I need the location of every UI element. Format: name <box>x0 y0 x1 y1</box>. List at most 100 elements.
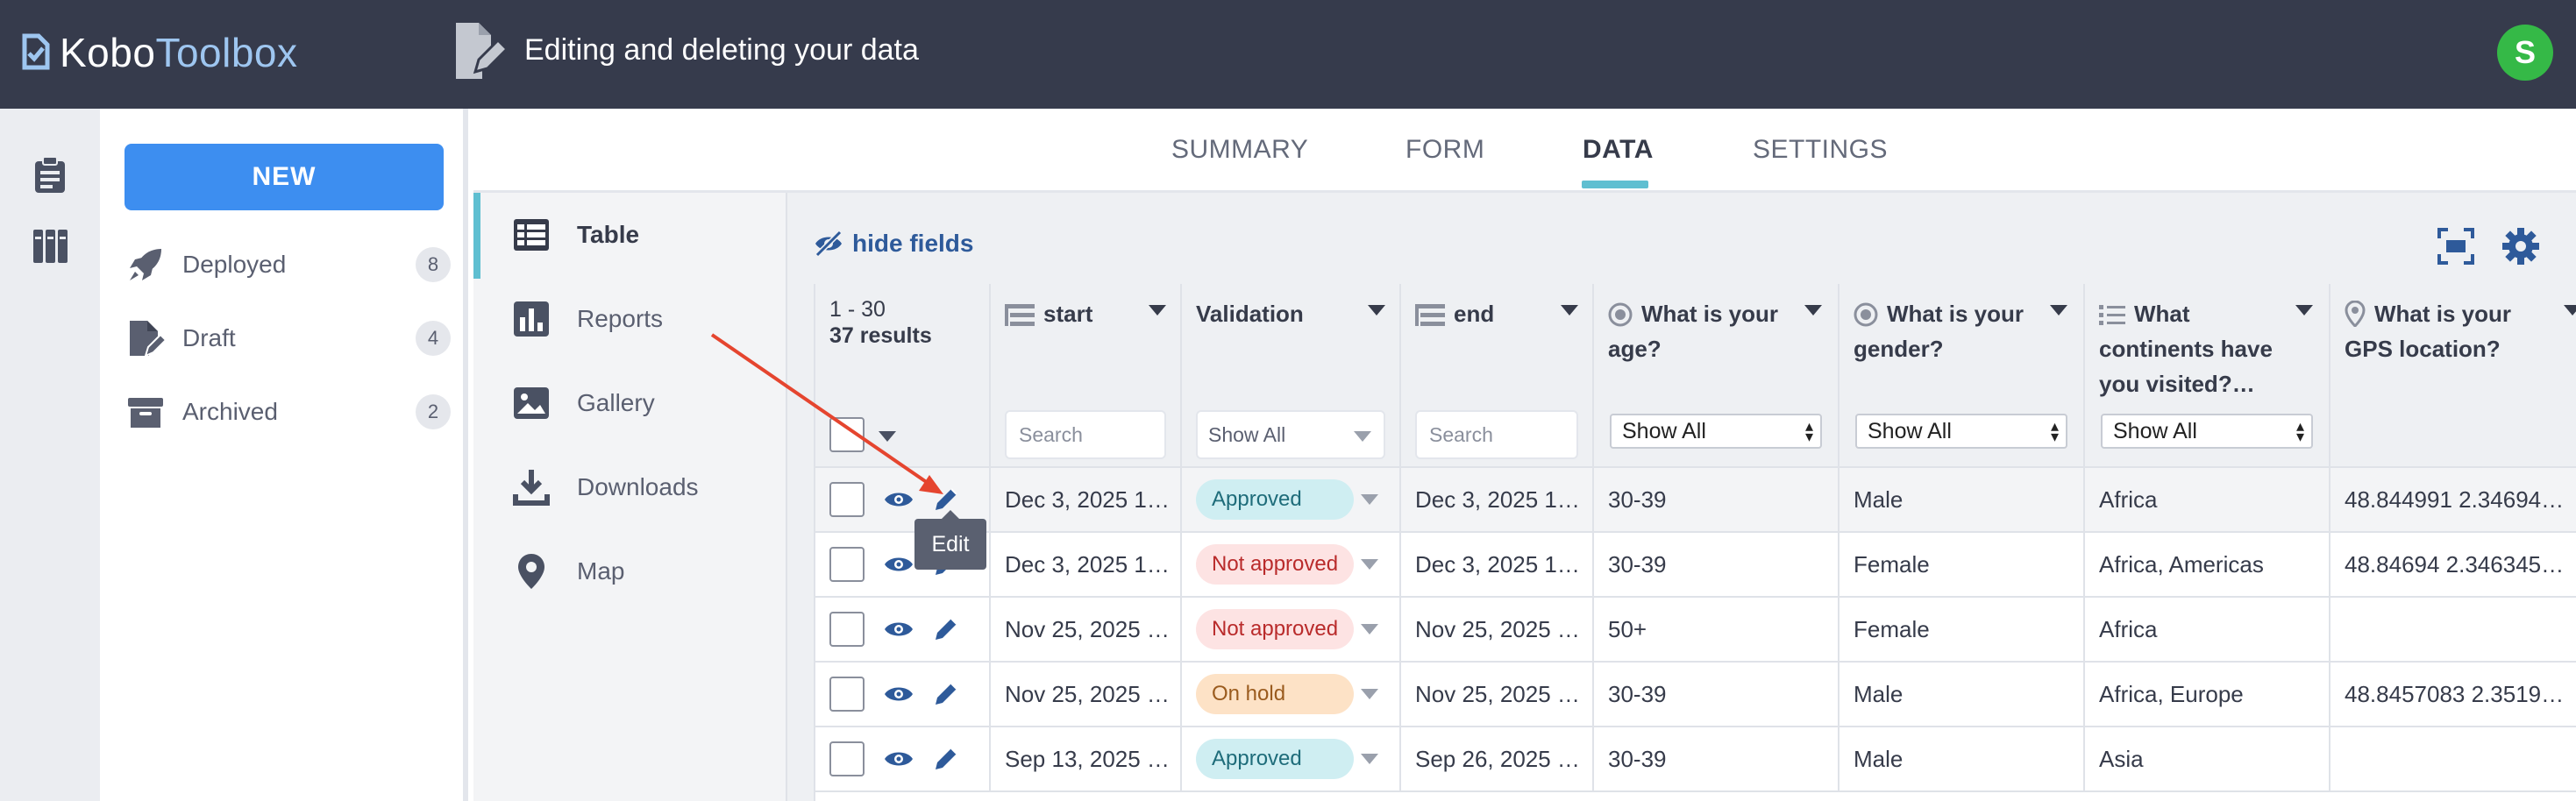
validation-chevron-down-icon[interactable] <box>1361 624 1378 634</box>
validation-status-badge[interactable]: Not approved <box>1196 544 1354 585</box>
view-eye-icon[interactable] <box>884 555 914 574</box>
validation-status-badge[interactable]: Not approved <box>1196 609 1354 649</box>
age-filter-select[interactable]: Show All ▴ ▾ <box>1610 414 1822 449</box>
filter-value: Show All <box>1868 418 1952 443</box>
cell-start: Sep 13, 2025 … <box>991 727 1182 790</box>
cell-gps: 48.844991 2.34694… <box>2330 468 2576 531</box>
new-project-button[interactable]: NEW <box>125 144 444 210</box>
column-header-gender[interactable]: What is your gender? Show All ▴ ▾ <box>1839 284 2085 468</box>
table-row[interactable]: Nov 25, 2025 … On hold Nov 25, 2025 … 30-39… <box>815 663 2576 727</box>
column-header-continents[interactable]: What continents have you visited?… Show Al… <box>2085 284 2330 468</box>
bulk-actions-chevron-down-icon[interactable] <box>879 431 896 442</box>
continents-filter-select[interactable]: Show All ▴ ▾ <box>2101 414 2313 449</box>
start-search-input[interactable]: Search <box>1005 410 1166 459</box>
column-label: What <box>2134 301 2190 327</box>
edit-pencil-icon[interactable] <box>933 616 959 642</box>
validation-status-badge[interactable]: Approved <box>1196 739 1354 779</box>
validation-chevron-down-icon[interactable] <box>1361 754 1378 764</box>
validation-chevron-down-icon[interactable] <box>1361 559 1378 570</box>
table-row[interactable]: Dec 3, 2025 1… Not approved Dec 3, 2025 1…… <box>815 533 2576 598</box>
cell-validation[interactable]: Not approved <box>1182 598 1401 661</box>
sidebar-item-draft[interactable]: Draft 4 <box>126 312 451 365</box>
cell-validation[interactable]: On hold <box>1182 663 1401 726</box>
validation-status-badge[interactable]: On hold <box>1196 674 1354 714</box>
project-tabs: SUMMARY FORM DATA SETTINGS <box>473 109 2576 193</box>
user-avatar[interactable]: S <box>2497 25 2553 81</box>
library-icon[interactable] <box>32 226 68 265</box>
subnav-label: Table <box>577 221 640 248</box>
cell-end: Dec 3, 2025 1… <box>1401 468 1594 531</box>
edit-pencil-icon[interactable] <box>933 681 959 707</box>
subnav-item-downloads[interactable]: Downloads <box>512 461 699 514</box>
kobotoolbox-logo[interactable]: KoboToolbox <box>19 26 298 79</box>
datetime-field-icon <box>1415 304 1445 326</box>
cell-validation[interactable]: Approved <box>1182 468 1401 531</box>
select-all-checkbox[interactable] <box>829 417 865 452</box>
validation-chevron-down-icon[interactable] <box>1361 689 1378 699</box>
view-eye-icon[interactable] <box>884 749 914 769</box>
gear-icon[interactable] <box>2501 226 2541 266</box>
subnav-label: Downloads <box>577 473 699 500</box>
row-checkbox[interactable] <box>829 741 865 776</box>
column-menu-chevron-icon[interactable] <box>2564 305 2576 315</box>
row-checkbox[interactable] <box>829 482 865 517</box>
subnav-label: Gallery <box>577 389 655 416</box>
edit-pencil-icon[interactable] <box>933 746 959 772</box>
projects-icon[interactable] <box>32 156 68 195</box>
validation-status-badge[interactable]: Approved <box>1196 479 1354 520</box>
subnav-item-reports[interactable]: Reports <box>512 293 663 345</box>
fullscreen-icon[interactable] <box>2436 226 2476 266</box>
column-menu-chevron-icon[interactable] <box>1149 305 1166 315</box>
column-menu-chevron-icon[interactable] <box>1804 305 1822 315</box>
table-row[interactable]: Dec 3, 2025 1… Approved Dec 3, 2025 1… 30-3… <box>815 468 2576 533</box>
tab-form[interactable]: FORM <box>1405 135 1484 165</box>
sidebar-item-archived[interactable]: Archived 2 <box>126 386 451 438</box>
tab-summary[interactable]: SUMMARY <box>1171 135 1308 165</box>
cell-gender: Male <box>1839 727 2085 790</box>
hide-fields-button[interactable]: hide fields <box>814 230 973 258</box>
active-tab-indicator <box>1582 181 1648 188</box>
row-checkbox[interactable] <box>829 612 865 647</box>
column-header-start[interactable]: start Search <box>991 284 1182 468</box>
draft-icon <box>130 321 165 358</box>
subnav-item-table[interactable]: Table <box>512 209 639 261</box>
view-eye-icon[interactable] <box>884 684 914 704</box>
cell-validation[interactable]: Approved <box>1182 727 1401 790</box>
archived-count-badge: 2 <box>416 394 451 429</box>
hide-fields-label: hide fields <box>852 230 974 257</box>
table-row[interactable]: Sep 13, 2025 … Approved Sep 26, 2025 … 30-3… <box>815 727 2576 792</box>
top-bar: KoboToolbox Editing and deleting your da… <box>0 0 2576 109</box>
subnav-item-map[interactable]: Map <box>512 545 624 598</box>
icon-rail <box>0 109 100 801</box>
column-label: What is your <box>1887 301 2025 327</box>
form-edit-icon <box>456 23 507 79</box>
column-menu-chevron-icon[interactable] <box>1561 305 1578 315</box>
column-menu-chevron-icon[interactable] <box>1368 305 1385 315</box>
tab-settings[interactable]: SETTINGS <box>1753 135 1888 165</box>
view-eye-icon[interactable] <box>884 490 914 509</box>
edit-pencil-icon[interactable] <box>933 486 959 513</box>
row-checkbox[interactable] <box>829 547 865 582</box>
cell-continents: Africa, Americas <box>2085 533 2330 596</box>
sidebar-item-deployed[interactable]: Deployed 8 <box>126 238 451 291</box>
column-header-end[interactable]: end Search <box>1401 284 1594 468</box>
subnav-item-gallery[interactable]: Gallery <box>512 377 655 429</box>
gender-filter-select[interactable]: Show All ▴ ▾ <box>1855 414 2067 449</box>
tab-data[interactable]: DATA <box>1583 135 1654 165</box>
project-title: Editing and deleting your data <box>524 33 919 67</box>
cell-validation[interactable]: Not approved <box>1182 533 1401 596</box>
column-header-gps[interactable]: What is your GPS location? <box>2330 284 2576 468</box>
column-menu-chevron-icon[interactable] <box>2295 305 2313 315</box>
cell-start: Dec 3, 2025 1… <box>991 468 1182 531</box>
validation-filter-select[interactable]: Show All <box>1196 410 1385 459</box>
geopoint-icon <box>2345 301 2366 327</box>
row-checkbox[interactable] <box>829 677 865 712</box>
table-row[interactable]: Nov 25, 2025 … Not approved Nov 25, 2025 …… <box>815 598 2576 663</box>
cell-gender: Female <box>1839 598 2085 661</box>
column-menu-chevron-icon[interactable] <box>2050 305 2067 315</box>
column-header-age[interactable]: What is your age? Show All ▴ ▾ <box>1594 284 1839 468</box>
validation-chevron-down-icon[interactable] <box>1361 494 1378 505</box>
column-header-validation[interactable]: Validation Show All <box>1182 284 1401 468</box>
view-eye-icon[interactable] <box>884 620 914 639</box>
end-search-input[interactable]: Search <box>1415 410 1578 459</box>
